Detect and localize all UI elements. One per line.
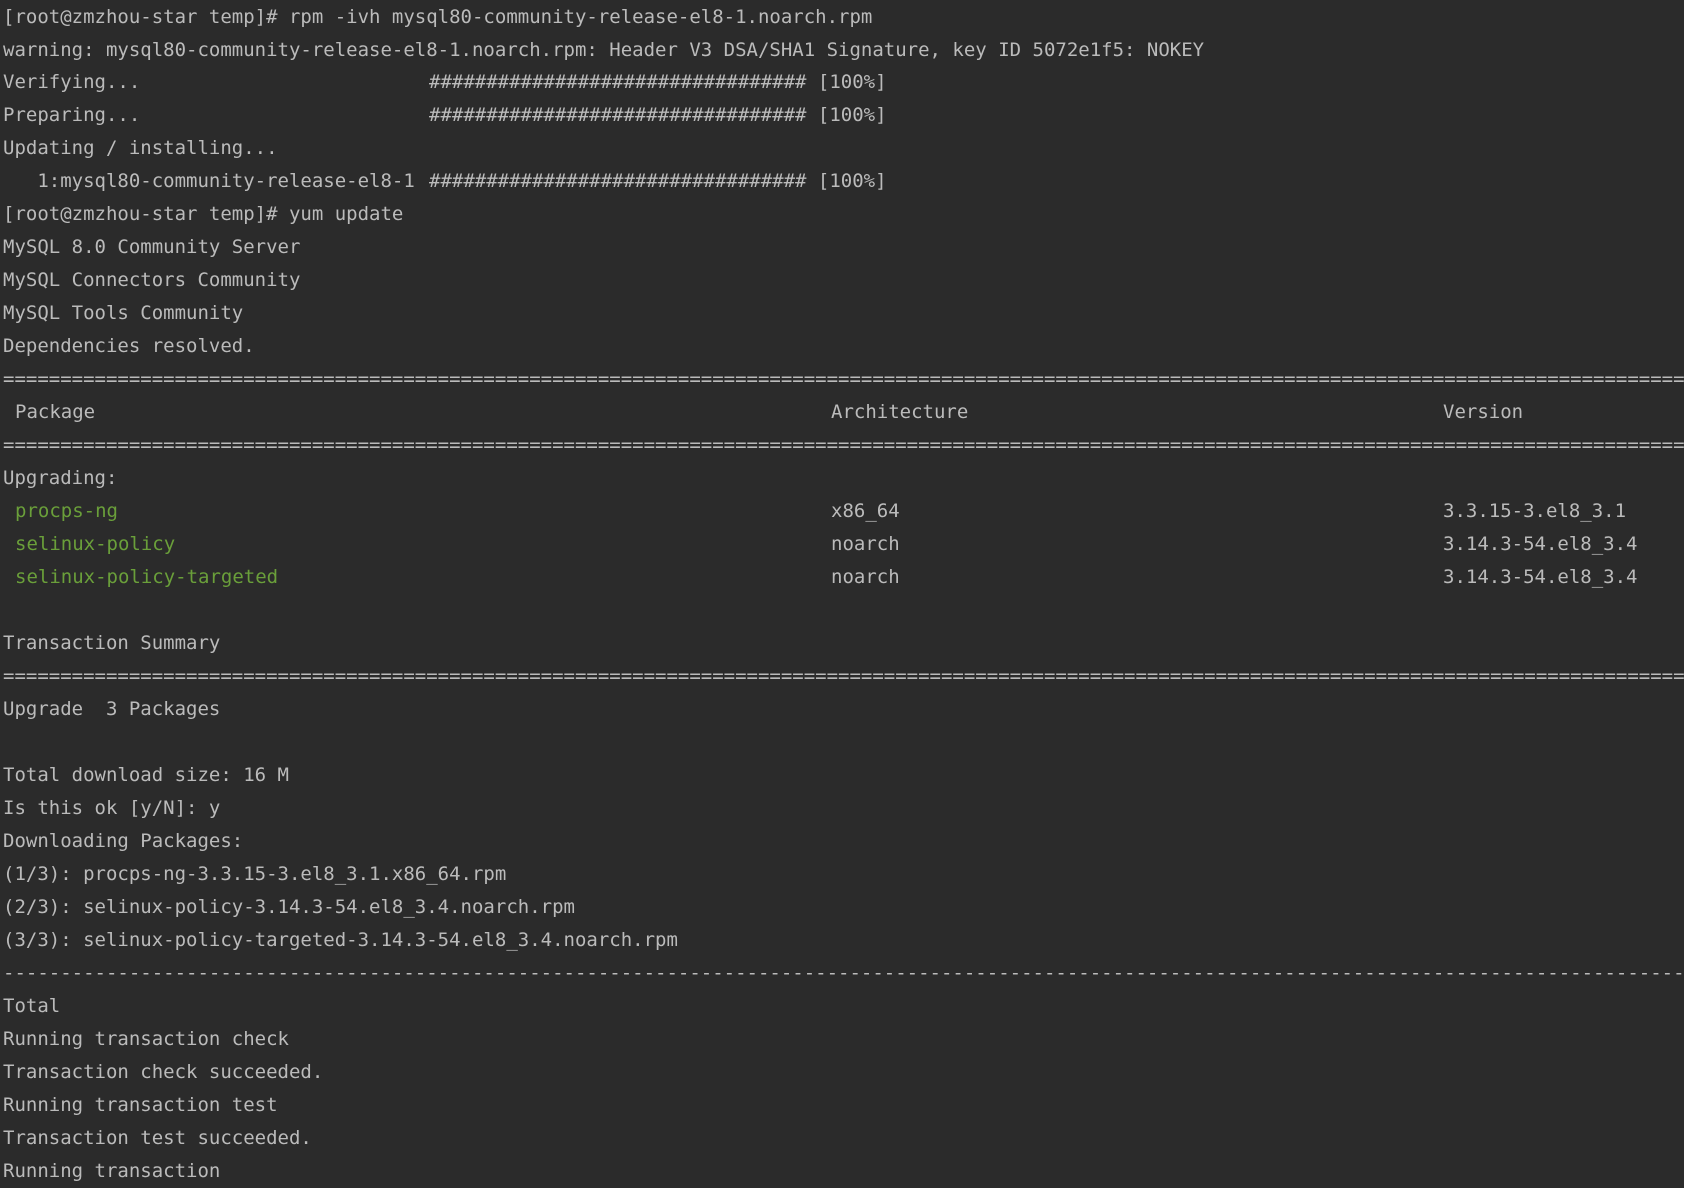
- package-arch: noarch: [831, 533, 900, 555]
- running-transaction-line: Running transaction: [3, 1160, 221, 1182]
- table-row: selinux-policy noarch 3.14.3-54.el8_3.4: [3, 528, 1683, 561]
- preparing-label: Preparing...: [3, 104, 141, 126]
- test-succeeded-line: Transaction test succeeded.: [3, 1127, 312, 1149]
- table-header: Package Architecture Version: [3, 396, 1683, 429]
- yum-command-line: [root@zmzhou-star temp]# yum update: [3, 203, 404, 225]
- confirm-prompt-line: Is this ok [y/N]: y: [3, 797, 221, 819]
- package-name: selinux-policy: [15, 533, 176, 555]
- test-running-line: Running transaction test: [3, 1094, 278, 1116]
- verifying-line: Verifying... ###########################…: [3, 66, 1003, 99]
- repo-server-line: MySQL 8.0 Community Server: [3, 236, 301, 258]
- preparing-line: Preparing... ###########################…: [3, 99, 1003, 132]
- install-item-line: 1:mysql80-community-release-el8-1 ######…: [3, 165, 1003, 198]
- repo-connectors-line: MySQL Connectors Community: [3, 269, 301, 291]
- install-item-label: 1:mysql80-community-release-el8-1: [3, 170, 415, 192]
- total-line: Total: [3, 995, 61, 1017]
- package-version: 3.3.15-3.el8_3.1: [1443, 500, 1627, 522]
- preparing-progress: ################################# [100%]: [429, 104, 887, 126]
- repo-tools-line: MySQL Tools Community: [3, 302, 244, 324]
- header-version: Version: [1443, 401, 1524, 423]
- transaction-summary-title: Transaction Summary: [3, 632, 221, 654]
- package-name: selinux-policy-targeted: [15, 566, 279, 588]
- package-name: procps-ng: [15, 500, 118, 522]
- table-row: selinux-policy-targeted noarch 3.14.3-54…: [3, 561, 1683, 594]
- install-item-progress: ################################# [100%]: [429, 170, 887, 192]
- verifying-label: Verifying...: [3, 71, 141, 93]
- downloading-line: Downloading Packages:: [3, 830, 244, 852]
- header-architecture: Architecture: [831, 401, 969, 423]
- package-arch: x86_64: [831, 500, 900, 522]
- check-running-line: Running transaction check: [3, 1028, 289, 1050]
- header-package: Package: [15, 401, 96, 423]
- dependencies-line: Dependencies resolved.: [3, 335, 255, 357]
- terminal-output[interactable]: [root@zmzhou-star temp]# rpm -ivh mysql8…: [0, 0, 1684, 1188]
- signature-warning-line: warning: mysql80-community-release-el8-1…: [3, 39, 1205, 61]
- updating-line: Updating / installing...: [3, 137, 278, 159]
- rpm-command-line: [root@zmzhou-star temp]# rpm -ivh mysql8…: [3, 6, 873, 28]
- verifying-progress: ################################# [100%]: [429, 71, 887, 93]
- package-version: 3.14.3-54.el8_3.4: [1443, 566, 1638, 588]
- dash-rule: ----------------------------------------…: [3, 962, 1684, 984]
- download-item: (3/3): selinux-policy-targeted-3.14.3-54…: [3, 929, 678, 951]
- double-rule: ========================================…: [3, 368, 1684, 390]
- upgrading-label: Upgrading:: [3, 467, 118, 489]
- download-item: (2/3): selinux-policy-3.14.3-54.el8_3.4.…: [3, 896, 575, 918]
- table-row: procps-ng x86_64 3.3.15-3.el8_3.1: [3, 495, 1683, 528]
- download-size-line: Total download size: 16 M: [3, 764, 289, 786]
- double-rule: ========================================…: [3, 434, 1684, 456]
- package-version: 3.14.3-54.el8_3.4: [1443, 533, 1638, 555]
- check-succeeded-line: Transaction check succeeded.: [3, 1061, 324, 1083]
- double-rule: ========================================…: [3, 665, 1684, 687]
- upgrade-count-line: Upgrade 3 Packages: [3, 698, 221, 720]
- download-item: (1/3): procps-ng-3.3.15-3.el8_3.1.x86_64…: [3, 863, 507, 885]
- package-arch: noarch: [831, 566, 900, 588]
